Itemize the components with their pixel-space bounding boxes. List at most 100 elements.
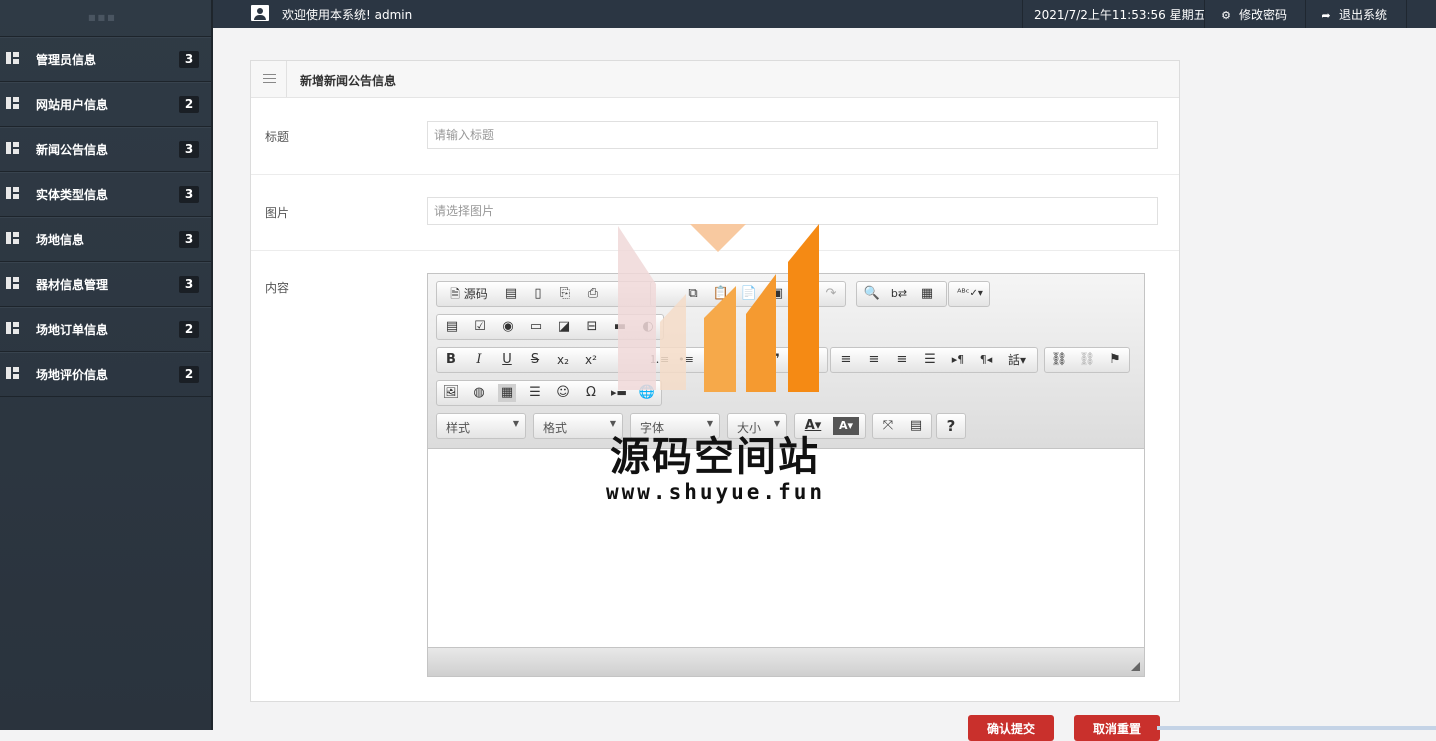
hidden-field-icon[interactable]: ◐ — [639, 318, 657, 336]
select-field-icon[interactable]: ⊟ — [583, 318, 601, 336]
link-icon[interactable]: ⛓ — [1050, 351, 1068, 369]
ltr-icon[interactable]: ▸¶ — [949, 351, 967, 369]
sidebar-item[interactable]: 场地评价信息 2 — [0, 352, 211, 397]
logout-button[interactable]: ➦ 退出系统 — [1319, 6, 1387, 23]
image-icon[interactable]: 🖼 — [442, 384, 460, 402]
language-icon[interactable]: 話▾ — [1003, 351, 1031, 369]
watermark-url: www.shuyue.fun — [606, 480, 826, 504]
grid-icon — [6, 367, 19, 379]
source-label: 源码 — [463, 287, 488, 301]
divider — [1305, 0, 1306, 28]
menu-toggle-icon[interactable] — [263, 74, 276, 86]
align-left-icon[interactable]: ≡ — [837, 351, 855, 369]
italic-icon[interactable]: I — [470, 351, 488, 369]
search-icon[interactable]: 🔍 — [862, 285, 882, 303]
change-password-label: 修改密码 — [1239, 8, 1288, 22]
sidebar-item[interactable]: 网站用户信息 2 — [0, 82, 211, 127]
justify-icon[interactable]: ☰ — [921, 351, 939, 369]
reset-button[interactable]: 取消重置 — [1074, 715, 1160, 741]
show-blocks-icon[interactable]: ▤ — [906, 417, 926, 435]
grid-icon — [6, 187, 19, 199]
sidebar-item[interactable]: 实体类型信息 3 — [0, 172, 211, 217]
panel-header: 新增新闻公告信息 — [251, 61, 1179, 98]
align-center-icon[interactable]: ≡ — [865, 351, 883, 369]
align-right-icon[interactable]: ≡ — [893, 351, 911, 369]
grid-icon — [6, 322, 19, 334]
checkbox-icon[interactable]: ☑ — [471, 318, 489, 336]
maximize-icon[interactable]: ⤧ — [878, 417, 898, 435]
welcome-text: 欢迎使用本系统! admin — [282, 8, 413, 22]
bold-icon[interactable]: B — [442, 351, 460, 369]
flash-icon[interactable]: ◍ — [470, 384, 488, 402]
sidebar-item[interactable]: 场地订单信息 2 — [0, 307, 211, 352]
image-input[interactable] — [427, 197, 1158, 225]
sidebar: ■■■ 管理员信息 3 网站用户信息 2 新闻公告信息 3 实体类型信息 3 场地信息 3 器材信息… — [0, 0, 213, 730]
button-field-icon[interactable]: ▬ — [611, 318, 629, 336]
grid-icon — [6, 232, 19, 244]
watermark-text: 源码空间站 — [610, 434, 820, 480]
submit-button[interactable]: 确认提交 — [968, 715, 1054, 741]
save-icon[interactable]: ▤ — [501, 285, 521, 303]
blockquote-icon[interactable]: ❞ — [767, 351, 785, 369]
spellcheck-icon[interactable]: ᴬᴮᶜ✓▾ — [953, 285, 987, 303]
sidebar-item[interactable]: 场地信息 3 — [0, 217, 211, 262]
resize-handle-icon[interactable] — [1131, 662, 1140, 671]
text-field-icon[interactable]: ▭ — [527, 318, 545, 336]
background-color-icon[interactable]: A▾ — [833, 417, 859, 435]
redo-icon[interactable]: ↷ — [821, 285, 841, 303]
source-button[interactable]: 🗎 源码 — [443, 285, 495, 303]
sidebar-item[interactable]: 器材信息管理 3 — [0, 262, 211, 307]
paste-icon[interactable]: 📋 — [711, 285, 731, 303]
content-label: 内容 — [265, 281, 290, 295]
alignment-group: ≡ ≡ ≡ ☰ ▸¶ ¶◂ 話▾ — [830, 347, 1038, 373]
preview-icon[interactable]: ⎘ — [555, 285, 575, 303]
rtl-icon[interactable]: ¶◂ — [977, 351, 995, 369]
paste-word-icon[interactable]: ▣ — [767, 285, 787, 303]
sidebar-collapse-handle[interactable]: ■■■ — [0, 0, 211, 37]
title-input[interactable] — [427, 121, 1158, 149]
numbered-list-icon[interactable]: ⒈≡ — [649, 351, 669, 369]
user-icon — [251, 5, 269, 21]
new-page-icon[interactable]: ▯ — [528, 285, 548, 303]
sidebar-item[interactable]: 管理员信息 3 — [0, 37, 211, 82]
find-group: 🔍 b⇄ ▦ — [856, 281, 947, 307]
style-select[interactable]: 样式 ▼ — [436, 413, 526, 439]
horizontal-rule-icon[interactable]: ☰ — [526, 384, 544, 402]
radio-icon[interactable]: ◉ — [499, 318, 517, 336]
table-icon[interactable]: ▦ — [498, 384, 516, 402]
replace-icon[interactable]: b⇄ — [889, 285, 909, 303]
format-select-label: 格式 — [543, 421, 568, 435]
copy-icon[interactable]: ⧉ — [683, 285, 703, 303]
strikethrough-icon[interactable]: S — [526, 351, 544, 369]
panel-title: 新增新闻公告信息 — [300, 74, 397, 88]
horizontal-scrollbar[interactable] — [1157, 726, 1436, 730]
iframe-globe-icon[interactable]: 🌐 — [638, 384, 656, 402]
current-datetime: 2021/7/2上午11:53:56 星期五 — [1034, 8, 1206, 22]
textarea-icon[interactable]: ◪ — [555, 318, 573, 336]
count-badge: 2 — [179, 366, 199, 383]
print-icon[interactable]: ⎙ — [583, 285, 603, 303]
anchor-flag-icon[interactable]: ⚑ — [1106, 351, 1124, 369]
document-group: 🗎 源码 ▤ ▯ ⎘ ⎙ — [436, 281, 654, 307]
smiley-icon[interactable]: ☺ — [554, 384, 572, 402]
select-all-icon[interactable]: ▦ — [917, 285, 937, 303]
page-break-icon[interactable]: ▸▬ — [610, 384, 628, 402]
underline-icon[interactable]: U — [498, 351, 516, 369]
count-badge: 3 — [179, 141, 199, 158]
sidebar-item-label: 器材信息管理 — [36, 278, 109, 292]
share-arrow-icon: ➦ — [1321, 9, 1331, 22]
unlink-icon[interactable]: ⛓ — [1078, 351, 1096, 369]
grid-icon — [6, 97, 19, 109]
superscript-icon[interactable]: x² — [582, 351, 600, 369]
paste-text-icon[interactable]: 📄 — [739, 285, 759, 303]
forms-group: ▤ ☑ ◉ ▭ ◪ ⊟ ▬ ◐ — [436, 314, 664, 340]
change-password-button[interactable]: ⚙ 修改密码 — [1219, 6, 1287, 23]
form-icon[interactable]: ▤ — [443, 318, 461, 336]
subscript-icon[interactable]: x₂ — [554, 351, 572, 369]
special-char-icon[interactable]: Ω — [582, 384, 600, 402]
sidebar-item-label: 场地评价信息 — [36, 368, 109, 382]
help-button[interactable]: ? — [943, 417, 959, 435]
bulleted-list-icon[interactable]: •≡ — [677, 351, 695, 369]
outdent-icon[interactable]: ⇤ — [711, 351, 729, 369]
sidebar-item[interactable]: 新闻公告信息 3 — [0, 127, 211, 172]
